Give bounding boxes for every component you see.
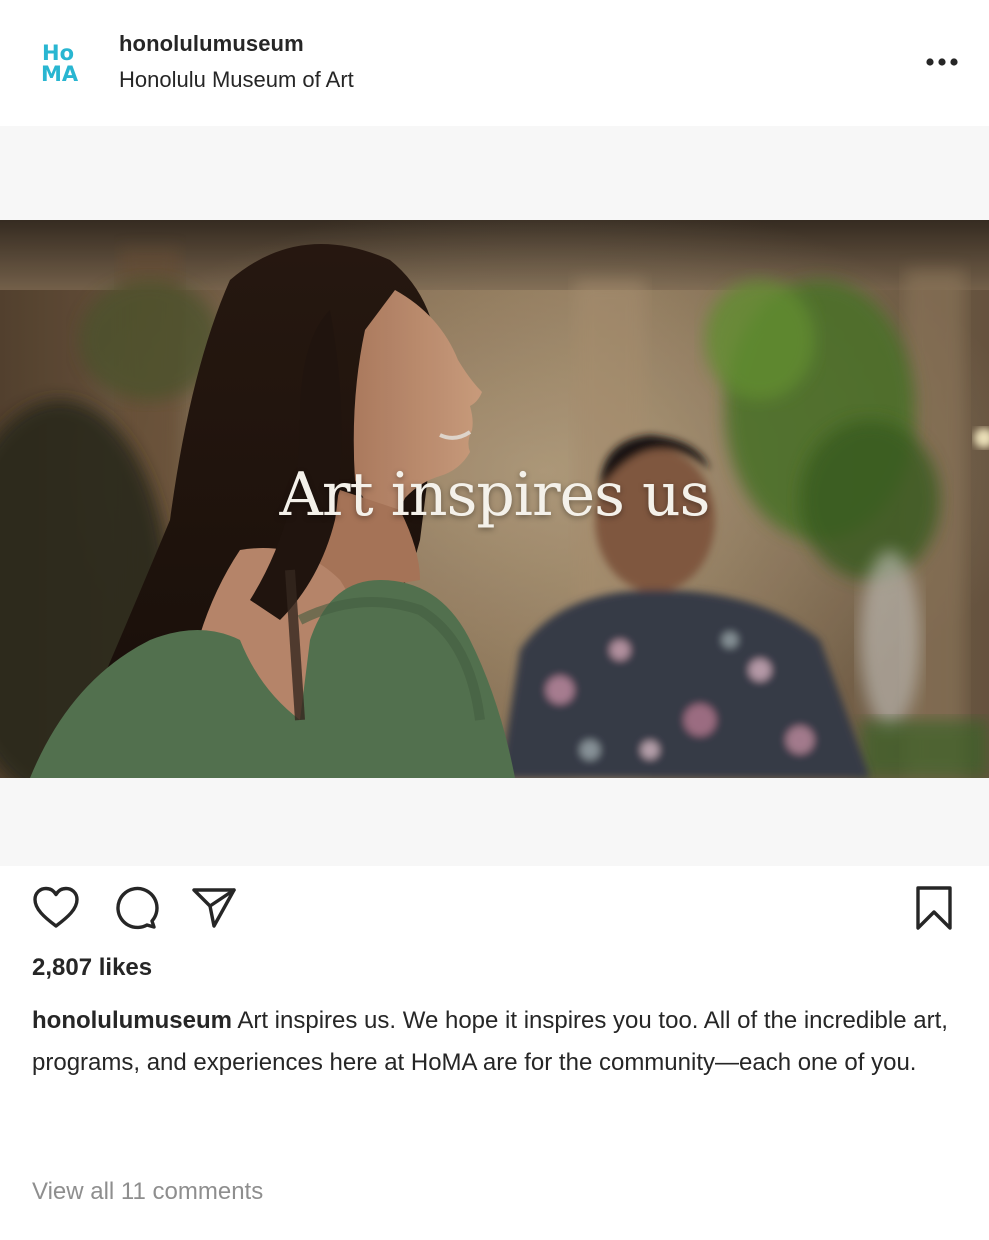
video-frame[interactable]: Art inspires us: [0, 220, 989, 778]
more-horizontal-icon: [926, 58, 958, 66]
post-header: Ho MA honolulumuseum Honolulu Museum of …: [0, 0, 989, 126]
post-media[interactable]: Art inspires us: [0, 126, 989, 866]
video-overlay-text: Art inspires us: [279, 460, 711, 530]
save-button[interactable]: [908, 882, 960, 934]
comment-icon: [116, 886, 159, 930]
post-actions-bar: [0, 866, 989, 950]
heart-icon: [33, 886, 79, 928]
comment-button[interactable]: [108, 882, 160, 934]
send-icon: [192, 888, 236, 928]
caption-username[interactable]: honolulumuseum: [32, 1007, 232, 1034]
bookmark-icon: [916, 886, 952, 930]
svg-text:MA: MA: [41, 62, 79, 84]
post-location[interactable]: Honolulu Museum of Art: [119, 67, 354, 93]
share-button[interactable]: [188, 882, 240, 934]
view-comments-link[interactable]: View all 11 comments: [32, 1178, 263, 1206]
more-options-button[interactable]: [918, 46, 966, 78]
likes-count[interactable]: 2,807 likes: [32, 954, 152, 982]
account-avatar[interactable]: Ho MA: [40, 40, 90, 84]
homa-logo-icon: Ho MA: [41, 41, 79, 84]
account-username[interactable]: honolulumuseum: [119, 31, 304, 57]
post-caption: honolulumuseum Art inspires us. We hope …: [32, 1000, 952, 1084]
like-button[interactable]: [30, 882, 82, 934]
